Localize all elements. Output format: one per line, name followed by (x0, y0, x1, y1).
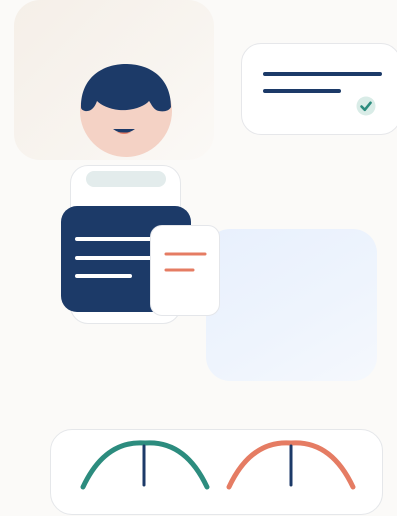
avatar (79, 63, 174, 158)
task-card (241, 43, 397, 135)
gauge-icon-teal (80, 440, 210, 490)
check-icon (356, 96, 376, 116)
document-card-white (150, 225, 220, 316)
background-panel-blue (206, 229, 377, 381)
gauge-card (50, 429, 383, 515)
gauge-icon-coral (226, 440, 356, 490)
phone-status-bar (86, 171, 166, 187)
illustration-canvas (0, 0, 397, 516)
avatar-face-icon (80, 64, 172, 157)
